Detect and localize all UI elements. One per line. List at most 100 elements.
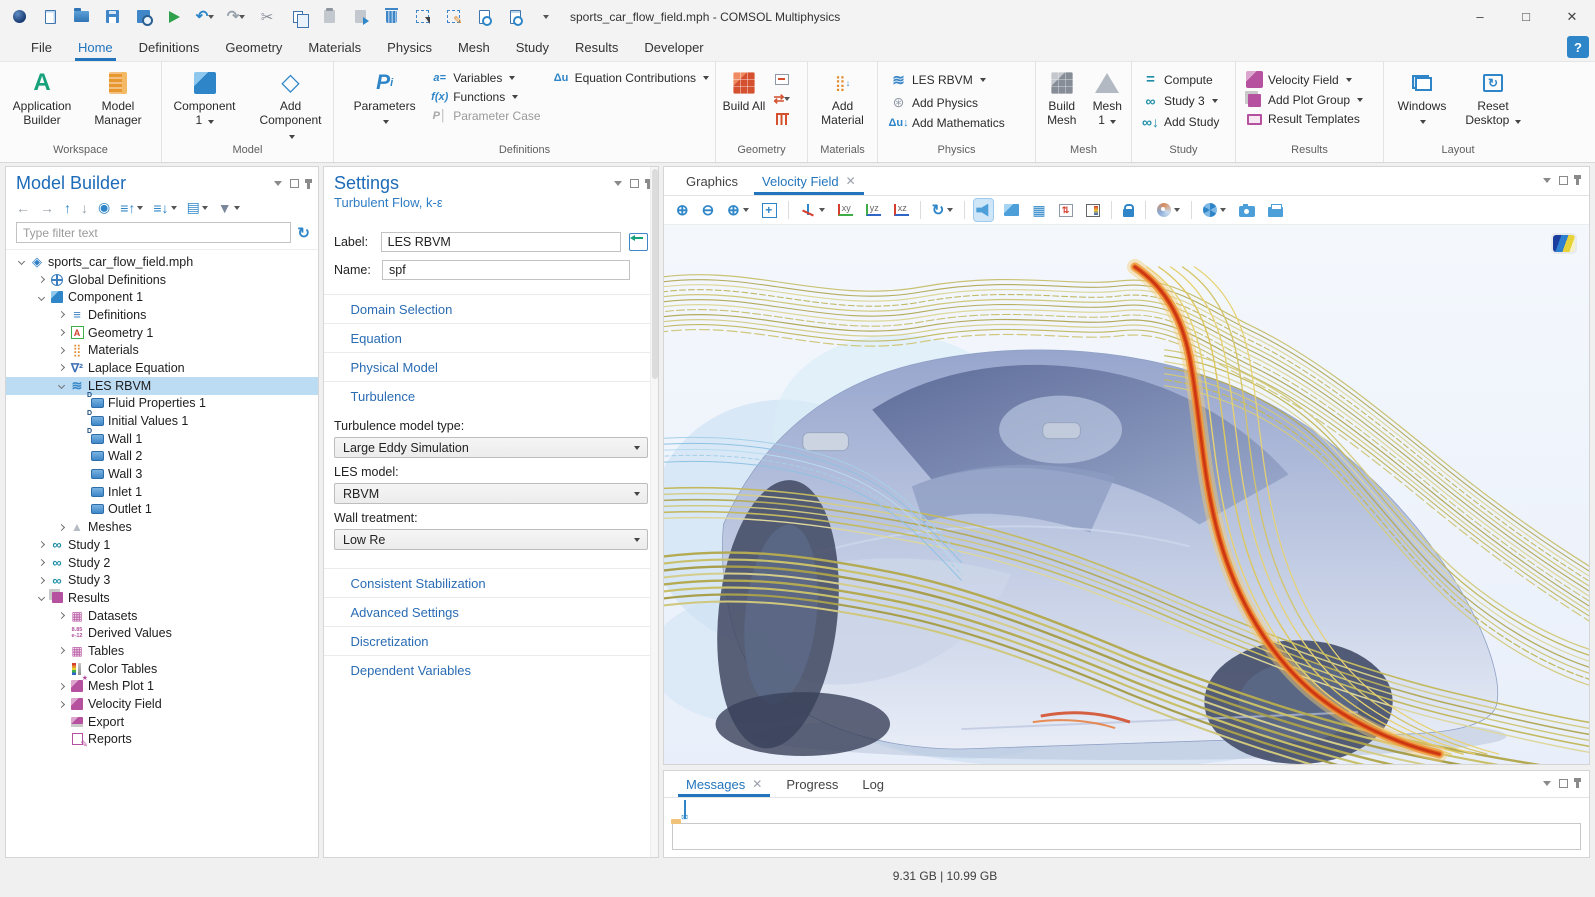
tree-item-wall-3[interactable]: Wall 3 [6,465,318,483]
tree-item-wall-1[interactable]: Wall 1 [6,430,318,448]
color-legend-icon[interactable] [1084,199,1102,221]
tree-item-datasets[interactable]: ▦ Datasets [6,607,318,625]
parameters-button[interactable]: Pi Parameters [350,68,419,128]
refresh-icon[interactable]: ↻ [297,224,310,242]
name-input[interactable] [382,260,630,280]
tree-expander[interactable] [54,648,68,653]
tree-expander[interactable] [34,542,48,547]
pin-panel-icon[interactable] [307,179,310,189]
move-up-icon[interactable]: ↑ [64,200,71,216]
physics-interface-dropdown[interactable]: ≋ LES RBVM [890,71,1005,89]
compute-button[interactable]: = Compute [1142,71,1219,88]
close-tab-icon[interactable]: ✕ [752,777,762,791]
tree-expander[interactable] [34,578,48,583]
back-icon[interactable]: ← [16,200,30,216]
section-turbulence[interactable]: Turbulence [324,381,658,410]
show-icon[interactable]: ◉ [98,199,110,216]
add-plot-group-button[interactable]: Add Plot Group [1246,93,1363,107]
open-file-button[interactable] [70,6,92,28]
tree-item-study-3[interactable]: ∞ Study 3 [6,571,318,589]
lock-axes-icon[interactable] [1121,199,1136,221]
float-panel-icon[interactable] [630,179,639,188]
import-geometry-button[interactable] [774,72,790,86]
tree-item-outlet-1[interactable]: Outlet 1 [6,501,318,519]
paste-button[interactable] [318,6,340,28]
label-input[interactable] [381,232,621,252]
search-results-button[interactable] [504,6,526,28]
tree-item-root-mph[interactable]: ◈ sports_car_flow_field.mph [6,253,318,271]
section-discretization[interactable]: Discretization [324,626,658,655]
tree-expander[interactable] [54,702,68,707]
tree-item-results[interactable]: Results [6,589,318,607]
minimize-button[interactable]: – [1457,0,1503,33]
float-panel-icon[interactable] [290,179,299,188]
tree-item-mesh-plot-1[interactable]: Mesh Plot 1 [6,678,318,696]
tree-expander[interactable] [54,348,68,353]
undo-button[interactable]: ↶ [194,6,216,28]
reset-desktop-button[interactable]: ↻ Reset Desktop [1462,68,1524,128]
grid-icon[interactable]: ▦ [1030,199,1047,221]
environment-reflections-icon[interactable] [1201,199,1228,221]
draw-select-button[interactable] [442,6,464,28]
menu-mesh[interactable]: Mesh [445,33,503,61]
tree-expander[interactable] [14,259,28,264]
menu-study[interactable]: Study [503,33,562,61]
tree-expander[interactable] [54,684,68,689]
tree-expander[interactable] [54,330,68,335]
view-xz-icon[interactable]: xz [892,199,911,221]
graphics-canvas[interactable] [664,225,1589,764]
pin-panel-icon[interactable] [1576,175,1579,185]
section-physical-model[interactable]: Physical Model [324,352,658,381]
maximize-button[interactable]: □ [1503,0,1549,33]
tree-item-color-tables[interactable]: Color Tables [6,660,318,678]
tree-expander[interactable] [34,295,48,300]
zoom-in-icon[interactable]: ⊕ [674,199,691,221]
build-all-button[interactable]: Build All [722,68,766,113]
tab-velocity-field[interactable]: Velocity Field ✕ [750,167,868,195]
scene-light-icon[interactable] [1002,199,1021,221]
tree-item-tables[interactable]: ▦ Tables [6,642,318,660]
tree-item-export[interactable]: Export [6,713,318,731]
tree-item-study-1[interactable]: ∞ Study 1 [6,536,318,554]
menu-file[interactable]: File [18,33,65,61]
close-button[interactable]: ✕ [1549,0,1595,33]
velocity-field-dropdown[interactable]: Velocity Field [1246,71,1363,88]
tab-graphics[interactable]: Graphics [674,167,750,195]
panel-menu-icon[interactable] [274,181,282,186]
tree-item-laplace-equation[interactable]: ∇² Laplace Equation [6,359,318,377]
redo-button[interactable]: ↷ [225,6,247,28]
menu-results[interactable]: Results [562,33,631,61]
forward-icon[interactable]: → [40,200,54,216]
mesh-1-button[interactable]: Mesh 1 [1089,68,1125,128]
messages-output[interactable] [672,823,1581,850]
result-templates-button[interactable]: Result Templates [1246,112,1363,126]
collapse-all-icon[interactable]: ≡↑ [120,200,143,216]
tree-item-wall-2[interactable]: Wall 2 [6,448,318,466]
view-yz-icon[interactable]: yz [864,199,883,221]
study-3-dropdown[interactable]: ∞ Study 3 [1142,93,1219,109]
save-button[interactable] [101,6,123,28]
color-theme-icon[interactable] [1155,199,1182,221]
open-message-window-icon[interactable] [684,801,686,819]
tree-item-inlet-1[interactable]: Inlet 1 [6,483,318,501]
zoom-extents-icon[interactable] [760,199,779,221]
section-equation[interactable]: Equation [324,323,658,352]
snapshot-icon[interactable] [1237,199,1257,221]
print-icon[interactable] [1266,199,1285,221]
cut-button[interactable]: ✂ [256,6,278,28]
move-down-icon[interactable]: ↓ [81,200,88,216]
add-physics-button[interactable]: ⊛ Add Physics [890,94,1005,111]
model-manager-button[interactable]: Model Manager [82,68,154,128]
rotate-view-icon[interactable]: ↻ [930,199,956,221]
panel-menu-icon[interactable] [614,181,622,186]
tree-item-reports[interactable]: Reports [6,731,318,749]
duplicate-button[interactable] [349,6,371,28]
menu-home[interactable]: Home [65,33,126,61]
qat-customize-chevron[interactable] [535,6,557,28]
zoom-box-icon[interactable]: ⊕ [725,199,751,221]
filter-icon[interactable]: ▼ [218,200,240,216]
build-mesh-button[interactable]: Build Mesh [1042,68,1081,128]
tree-item-velocity-field[interactable]: Velocity Field [6,695,318,713]
tree-expander[interactable] [54,383,68,388]
tree-expander[interactable] [54,312,68,317]
